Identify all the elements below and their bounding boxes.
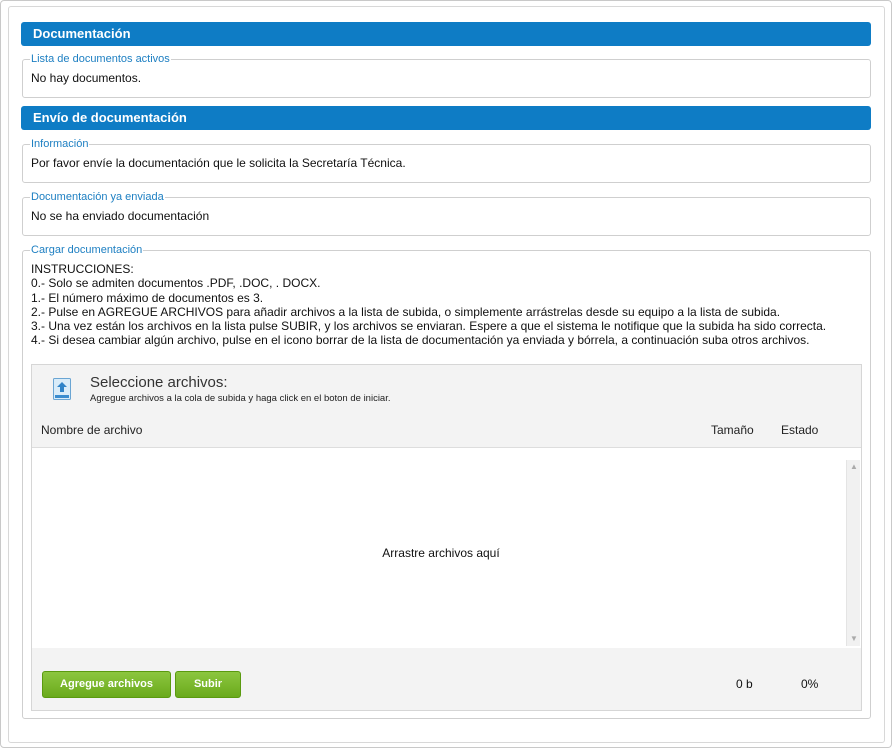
uploader-title: Seleccione archivos: [90, 374, 228, 391]
uploader-header: Seleccione archivos: Agregue archivos a … [32, 365, 861, 415]
uploader-footer: Agregue archivos Subir 0 b 0% [32, 648, 861, 710]
instruction-line: 3.- Una vez están los archivos en la lis… [31, 319, 827, 334]
active-documents-legend: Lista de documentos activos [31, 53, 170, 65]
active-documents-fieldset: Lista de documentos activos No hay docum… [22, 53, 871, 98]
upload-legend: Cargar documentación [31, 244, 143, 256]
file-list-scrollbar[interactable]: ▲ ▼ [846, 460, 860, 646]
information-fieldset: Información Por favor envíe la documenta… [22, 138, 871, 183]
upload-file-icon [53, 378, 71, 400]
total-size: 0 b [736, 677, 753, 691]
file-uploader: Seleccione archivos: Agregue archivos a … [31, 364, 862, 711]
instruction-line: 4.- Si desea cambiar algún archivo, puls… [31, 333, 810, 348]
uploader-subtitle: Agregue archivos a la cola de subida y h… [90, 393, 391, 404]
upload-button[interactable]: Subir [175, 671, 241, 698]
information-legend: Información [31, 138, 89, 150]
sent-documents-text: No se ha enviado documentación [31, 209, 210, 223]
sent-documents-legend: Documentación ya enviada [31, 191, 164, 203]
instruction-line: 1.- El número máximo de documentos es 3. [31, 290, 264, 305]
file-drop-zone[interactable]: Arrastre archivos aquí ▲ ▼ [32, 448, 861, 648]
section-header-documentacion: Documentación [21, 22, 871, 46]
information-text: Por favor envíe la documentación que le … [31, 156, 406, 170]
section-header-envio: Envío de documentación [21, 106, 871, 130]
sent-documents-fieldset: Documentación ya enviada No se ha enviad… [22, 191, 871, 236]
column-header-size: Tamaño [711, 423, 754, 437]
instruction-line: 0.- Solo se admiten documentos .PDF, .DO… [31, 276, 321, 291]
column-header-name: Nombre de archivo [41, 423, 143, 437]
section-title: Envío de documentación [33, 110, 187, 125]
total-percent: 0% [801, 677, 819, 691]
instructions: INSTRUCCIONES: 0.- Solo se admiten docum… [31, 262, 862, 348]
column-header-status: Estado [781, 423, 819, 437]
page-frame: Documentación Lista de documentos activo… [0, 0, 892, 748]
scroll-down-arrow-icon[interactable]: ▼ [849, 634, 859, 644]
file-list-header: Nombre de archivo Tamaño Estado [32, 415, 861, 448]
instruction-line: INSTRUCCIONES: [31, 262, 134, 276]
section-title: Documentación [33, 26, 131, 41]
instruction-line: 2.- Pulse en AGREGUE ARCHIVOS para añadi… [31, 304, 781, 319]
active-documents-text: No hay documentos. [31, 71, 142, 85]
drop-zone-text: Arrastre archivos aquí [382, 546, 500, 560]
scroll-up-arrow-icon[interactable]: ▲ [849, 462, 859, 472]
add-files-button[interactable]: Agregue archivos [42, 671, 171, 698]
